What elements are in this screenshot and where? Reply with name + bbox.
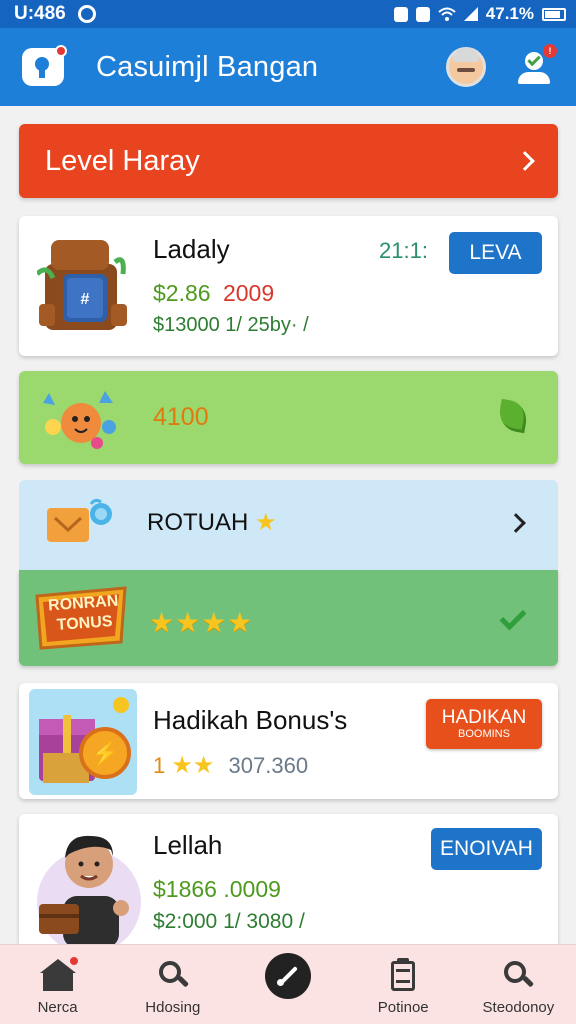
leaf-icon [496,398,530,434]
person-avatar-icon [37,835,141,948]
nav-label: Nerca [37,999,78,1016]
chevron-right-icon [506,513,526,533]
status-bar: U:486 47.1% [0,0,576,28]
rating-row: 1 ★★ 307.360 [153,751,308,780]
list-item[interactable]: Lellah ENOIVAH $1866 .0009 $2:000 1/ 308… [19,814,558,948]
enoivah-button[interactable]: ENOIVAH [431,828,542,870]
list-item[interactable]: ROTUAH ★ [19,480,558,570]
level-banner[interactable]: Level Haray [19,124,558,198]
item-price: $1866 .0009 [153,876,281,902]
avatar[interactable] [446,47,486,87]
item-subtext: $13000 1/ 25by· / [153,314,309,336]
nav-label: Potinoe [377,999,429,1016]
hadikan-button[interactable]: HADIKAN BOOMINS [426,699,542,749]
nav-item-home[interactable]: Nerca [0,945,115,1024]
home-icon [39,957,78,991]
item-title: Ladaly [153,234,230,264]
nav-item-clipboard[interactable]: Potinoe [346,945,461,1024]
pen-icon [265,953,311,999]
leva-button[interactable]: LEVA [449,232,542,274]
list-item[interactable]: 4100 [19,371,558,464]
rating-count: 307.360 [228,753,309,778]
treasure-chest-icon: # [37,240,127,330]
search-icon [155,959,191,991]
hadikan-button-sublabel: BOOMINS [458,728,510,740]
nav-label: Hdosing [145,999,201,1016]
nav-item-search[interactable]: Hdosing [115,945,230,1024]
star-rating: ★★ [171,752,215,779]
nfc-icon [415,6,430,22]
gift-coin-icon: ⚡ [29,689,137,795]
star-icon: ★ [255,509,277,536]
item-title: ROTUAH [147,509,249,536]
app-logo-icon[interactable] [22,45,67,86]
sync-icon [77,5,96,23]
mascot-icon [43,391,116,449]
notification-icon [393,6,408,22]
svg-text:#: # [81,291,90,308]
nav-item-search-2[interactable]: Steodonoy [461,945,576,1024]
status-time: U:486 [14,3,66,24]
item-time: 21:1: [379,238,428,263]
svg-text:⚡: ⚡ [91,741,118,767]
bonus-badge: RONRAN TONUS [38,591,131,637]
checkmark-icon [499,603,527,631]
item-subtext: $2:000 1/ 3080 / [153,910,305,933]
level-banner-label: Level Haray [45,144,200,177]
app-title: Casuimjl Bangan [96,50,319,83]
hadikan-button-label: HADIKAN [441,707,527,728]
rating-number: 1 [153,753,166,778]
nav-label: Steodonoy [482,999,555,1016]
nav-item-create[interactable] [230,945,345,1024]
clipboard-icon [385,958,421,991]
item-price: $2.86 [153,280,211,306]
signal-icon [462,6,478,22]
app-bar: Casuimjl Bangan ! [0,28,576,106]
envelope-icon [47,498,112,542]
star-rating: ★★★★ [149,607,254,638]
item-title: Lellah [153,830,223,860]
bottom-nav: Nerca Hdosing Potinoe Steodonoy [0,944,576,1024]
profile-check-icon[interactable]: ! [516,44,557,86]
battery-icon [542,7,566,21]
list-item[interactable]: ⚡ Hadikah Bonus's HADIKAN BOOMINS 1 ★★ 3… [19,683,558,799]
list-item[interactable]: # Ladaly 21:1: LEVA $2.86 2009 $13000 1/… [19,216,558,356]
item-value: 4100 [153,403,209,431]
item-title-row: ROTUAH ★ [147,508,277,537]
item-price-row: $2.86 2009 [153,280,274,307]
list-item[interactable]: RONRAN TONUS ★★★★ [19,570,558,666]
wifi-icon [438,6,456,22]
chevron-right-icon [515,151,535,171]
search-icon [500,959,536,991]
item-price-alt: 2009 [222,280,275,306]
battery-percent: 47.1% [485,4,534,23]
item-title: Hadikah Bonus's [153,705,348,735]
